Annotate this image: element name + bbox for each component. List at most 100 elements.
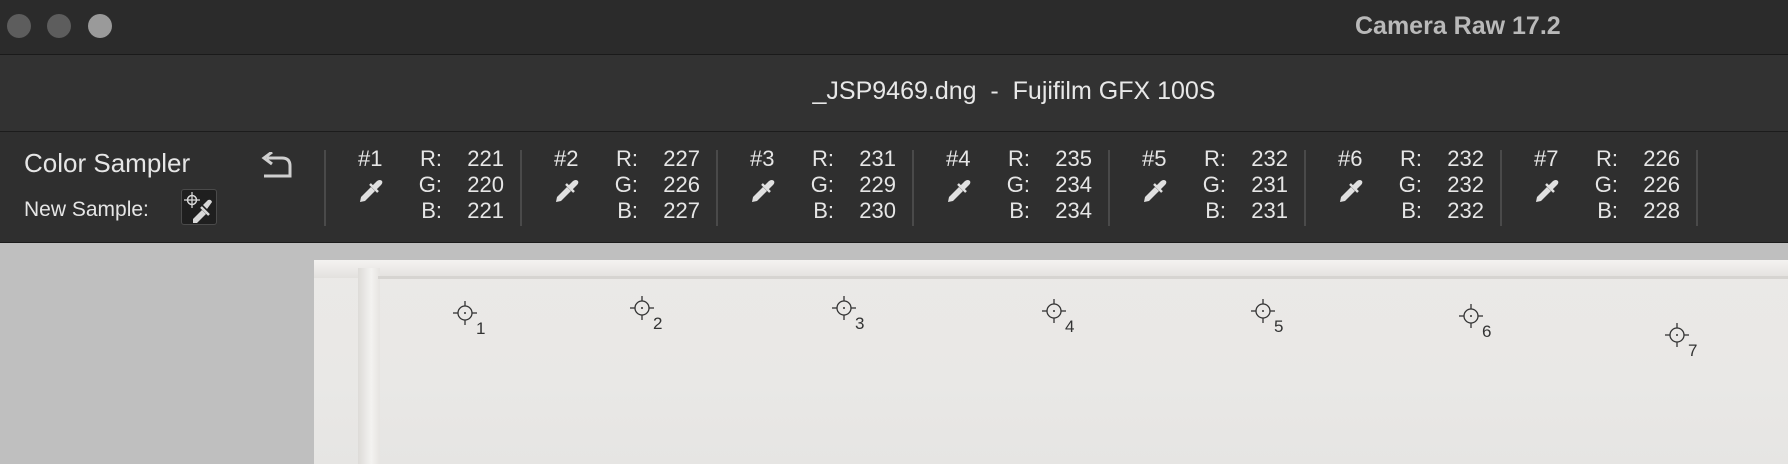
channel-value: 220: [467, 172, 504, 197]
sample-marker[interactable]: 3: [831, 295, 875, 335]
sample-index: #7: [1534, 146, 1559, 171]
channel-value: 232: [1251, 146, 1288, 171]
undo-button[interactable]: [261, 150, 293, 180]
channel-g: G: 232: [1374, 172, 1484, 198]
sample-index: #3: [750, 146, 775, 171]
channel-label: B:: [1597, 198, 1618, 223]
eyedropper-icon[interactable]: [1534, 178, 1560, 204]
sample-marker[interactable]: 2: [629, 295, 673, 335]
frame-edge-left: [358, 268, 380, 464]
crosshair-icon: [1458, 304, 1484, 333]
channel-label: G:: [418, 172, 442, 197]
eyedropper-icon[interactable]: [946, 178, 972, 204]
sample-index: #1: [358, 146, 383, 171]
channel-value: 229: [859, 172, 896, 197]
eyedropper-icon[interactable]: [750, 178, 776, 204]
sample-index: #5: [1142, 146, 1167, 171]
sample-index: #2: [554, 146, 579, 171]
channel-value: 226: [1643, 146, 1680, 171]
channel-value: 227: [663, 146, 700, 171]
channel-b: B: 228: [1570, 198, 1680, 224]
channel-b: B: 234: [982, 198, 1092, 224]
sample-readout: #3 R: 231 G: 229 B: 230: [750, 146, 920, 230]
crosshair-icon: [452, 301, 478, 330]
channel-label: R:: [812, 146, 834, 171]
channel-label: G:: [1594, 172, 1618, 197]
image-canvas[interactable]: 1 2 3 4 5 6 7: [0, 243, 1788, 464]
sample-marker[interactable]: 4: [1041, 298, 1085, 338]
crosshair-icon: [1250, 299, 1276, 328]
sample-index: #6: [1338, 146, 1363, 171]
channel-g: G: 234: [982, 172, 1092, 198]
color-sampler-panel: Color Sampler New Sample: #1 R: 221 G: 220 B:…: [0, 132, 1788, 243]
channel-b: B: 230: [786, 198, 896, 224]
channel-label: R:: [1008, 146, 1030, 171]
channel-g: G: 231: [1178, 172, 1288, 198]
eyedropper-icon[interactable]: [358, 178, 384, 204]
sample-marker[interactable]: 7: [1664, 322, 1708, 362]
new-sample-button[interactable]: [181, 189, 217, 225]
channel-label: R:: [1596, 146, 1618, 171]
channel-value: 232: [1447, 172, 1484, 197]
eyedropper-icon[interactable]: [554, 178, 580, 204]
channel-value: 231: [1251, 198, 1288, 223]
photo-preview: [314, 260, 1788, 464]
marker-number: 7: [1688, 341, 1698, 360]
channel-label: R:: [616, 146, 638, 171]
sample-marker[interactable]: 5: [1250, 298, 1294, 338]
sample-index: #4: [946, 146, 971, 171]
channel-label: G:: [810, 172, 834, 197]
channel-value: 226: [663, 172, 700, 197]
document-bar: _JSP9469.dng - Fujifilm GFX 100S: [0, 55, 1788, 132]
marker-number: 3: [855, 314, 865, 333]
crosshair-icon: [831, 296, 857, 325]
undo-icon: [261, 150, 292, 178]
sample-marker[interactable]: 6: [1458, 303, 1502, 343]
channel-value: 234: [1055, 172, 1092, 197]
sample-readout: #4 R: 235 G: 234 B: 234: [946, 146, 1116, 230]
sample-marker[interactable]: 1: [452, 300, 496, 340]
channel-b: B: 227: [590, 198, 700, 224]
eyedropper-icon[interactable]: [1142, 178, 1168, 204]
channel-r: R: 235: [982, 146, 1092, 172]
channel-value: 228: [1643, 198, 1680, 223]
minimize-window-button[interactable]: [47, 14, 71, 38]
channel-r: R: 232: [1374, 146, 1484, 172]
channel-label: B:: [813, 198, 834, 223]
channel-label: B:: [1205, 198, 1226, 223]
channel-value: 235: [1055, 146, 1092, 171]
title-bar: Camera Raw 17.2: [0, 0, 1788, 55]
close-window-button[interactable]: [7, 14, 31, 38]
channel-label: B:: [1401, 198, 1422, 223]
channel-b: B: 221: [394, 198, 504, 224]
channel-value: 232: [1447, 198, 1484, 223]
channel-value: 226: [1643, 172, 1680, 197]
sample-readout: #7 R: 226 G: 226 B: 228: [1534, 146, 1704, 230]
channel-label: R:: [420, 146, 442, 171]
panel-title: Color Sampler: [24, 148, 191, 178]
new-sample-label: New Sample:: [24, 198, 149, 221]
eyedropper-icon[interactable]: [1338, 178, 1364, 204]
channel-b: B: 231: [1178, 198, 1288, 224]
marker-number: 1: [476, 319, 486, 338]
channel-label: B:: [617, 198, 638, 223]
channel-label: B:: [421, 198, 442, 223]
channel-label: G:: [1202, 172, 1226, 197]
marker-number: 5: [1274, 317, 1284, 336]
channel-label: R:: [1204, 146, 1226, 171]
zoom-window-button[interactable]: [88, 14, 112, 38]
sample-readout: #1 R: 221 G: 220 B: 221: [358, 146, 528, 230]
frame-inner-edge: [378, 276, 1788, 279]
channel-r: R: 227: [590, 146, 700, 172]
channel-label: G:: [1006, 172, 1030, 197]
channel-g: G: 226: [1570, 172, 1680, 198]
marker-number: 6: [1482, 322, 1492, 341]
channel-label: G:: [614, 172, 638, 197]
crosshair-icon: [1664, 323, 1690, 352]
channel-g: G: 220: [394, 172, 504, 198]
channel-r: R: 232: [1178, 146, 1288, 172]
channel-value: 231: [1251, 172, 1288, 197]
sample-separator: [324, 150, 326, 226]
channel-label: B:: [1009, 198, 1030, 223]
channel-r: R: 221: [394, 146, 504, 172]
